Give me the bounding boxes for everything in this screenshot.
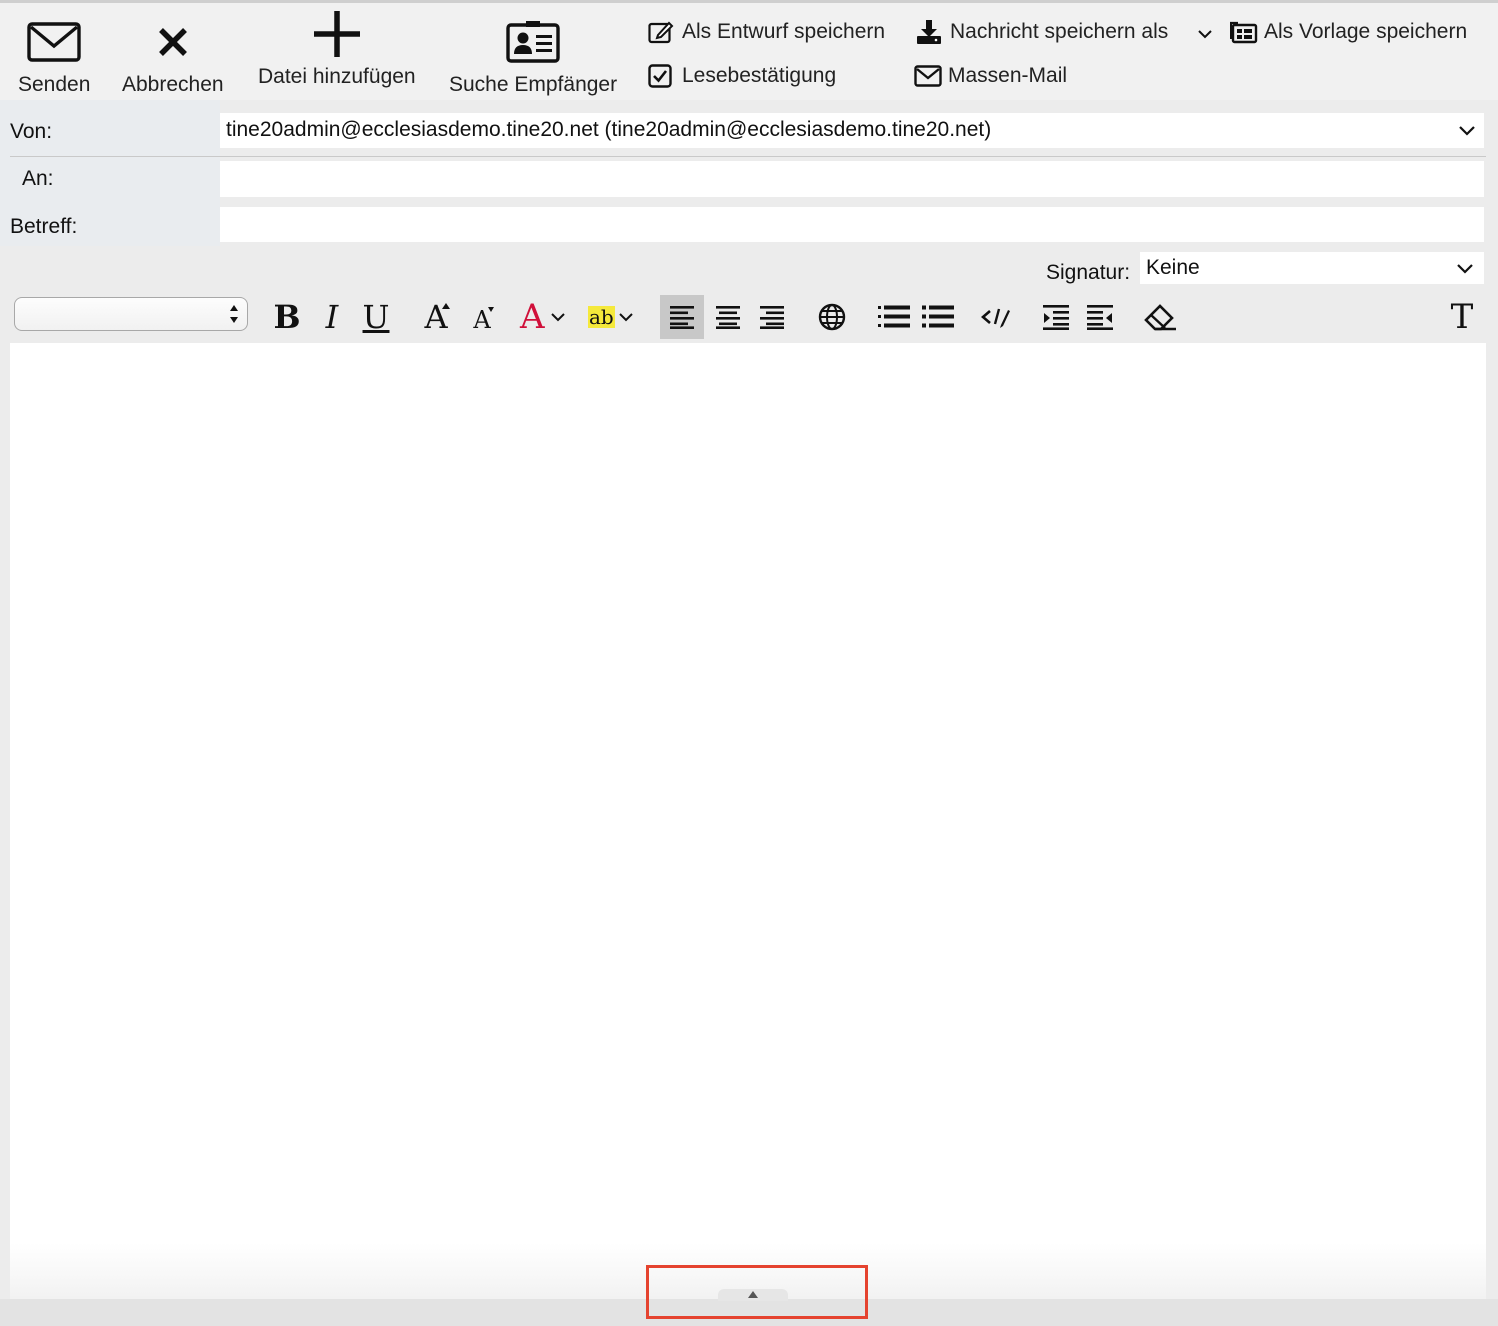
plus-icon — [312, 9, 362, 59]
ordered-list-icon — [878, 305, 910, 328]
code-edit-icon — [981, 308, 1010, 328]
caret-up-icon — [748, 1291, 758, 1298]
font-color-icon: A — [520, 297, 545, 337]
send-button[interactable]: Senden — [18, 17, 90, 97]
align-right-button[interactable] — [750, 295, 794, 339]
insert-link-button[interactable] — [810, 295, 854, 339]
search-recipients-label: Suche Empfänger — [449, 73, 618, 96]
message-body-input[interactable] — [10, 343, 1486, 1243]
checkbox-icon — [648, 63, 676, 89]
save-draft-button[interactable]: Als Entwurf speichern — [648, 19, 885, 45]
save-message-as-menu[interactable] — [1192, 21, 1218, 47]
source-edit-button[interactable] — [974, 295, 1018, 339]
attach-file-label: Datei hinzufügen — [258, 65, 416, 88]
underline-icon: U — [362, 298, 390, 336]
chevron-down-icon — [1456, 257, 1474, 281]
split-resize-handle[interactable] — [718, 1289, 788, 1301]
from-value: tine20admin@ecclesiasdemo.tine20.net (ti… — [226, 118, 992, 141]
read-receipt-toggle[interactable]: Lesebestätigung — [648, 63, 836, 89]
align-center-icon — [716, 306, 740, 329]
subject-input[interactable] — [220, 207, 1484, 242]
chevron-down-icon — [1198, 30, 1212, 39]
save-message-as-label: Nachricht speichern als — [950, 20, 1169, 43]
signature-value: Keine — [1146, 256, 1200, 279]
bold-icon: B — [273, 298, 301, 336]
clear-formatting-button[interactable] — [1138, 295, 1182, 339]
search-recipients-button[interactable]: Suche Empfänger — [449, 17, 617, 97]
close-icon — [158, 17, 188, 67]
highlight-icon: ab — [588, 305, 615, 329]
save-message-as-button[interactable]: Nachricht speichern als — [916, 19, 1168, 45]
chevron-down-icon — [550, 312, 565, 321]
cancel-button[interactable]: Abbrechen — [122, 17, 224, 97]
editor-toolbar: Signatur: Keine B I U A A A ab T — [10, 249, 1486, 343]
text-mode-icon: T — [1450, 297, 1474, 337]
contact-card-icon — [506, 17, 560, 67]
bottom-bar — [0, 1299, 1498, 1326]
template-icon — [1230, 19, 1258, 45]
save-draft-label: Als Entwurf speichern — [682, 20, 886, 43]
read-receipt-label: Lesebestätigung — [682, 64, 837, 87]
globe-icon — [818, 303, 846, 331]
compose-toolbar: Senden Abbrechen Datei hinzufügen Suche … — [0, 3, 1498, 100]
caret-down-icon — [488, 307, 494, 312]
signature-label: Signatur: — [1046, 261, 1131, 284]
bullet-list-button[interactable] — [916, 295, 960, 339]
indent-button[interactable] — [1034, 295, 1078, 339]
from-select[interactable]: tine20admin@ecclesiasdemo.tine20.net (ti… — [220, 113, 1484, 148]
save-template-label: Als Vorlage speichern — [1264, 20, 1468, 43]
italic-icon: I — [325, 298, 339, 336]
indent-icon — [1043, 305, 1069, 330]
from-label: Von: — [10, 120, 53, 143]
to-input[interactable] — [220, 161, 1484, 197]
message-editor: Signatur: Keine B I U A A A ab T — [10, 249, 1486, 1299]
shrink-font-button[interactable]: A — [462, 295, 502, 339]
outdent-icon — [1087, 305, 1113, 330]
bold-button[interactable]: B — [268, 295, 306, 339]
subject-label: Betreff: — [10, 215, 78, 238]
align-right-icon — [760, 306, 784, 329]
save-template-button[interactable]: Als Vorlage speichern — [1230, 19, 1467, 45]
italic-button[interactable]: I — [314, 295, 350, 339]
caret-up-icon — [442, 303, 450, 309]
outdent-button[interactable] — [1078, 295, 1122, 339]
envelope-icon — [27, 17, 81, 67]
chevron-down-icon — [1458, 119, 1476, 143]
highlight-color-button[interactable]: ab — [588, 295, 638, 339]
font-color-button[interactable]: A — [520, 295, 574, 339]
edit-document-icon — [648, 19, 676, 45]
ordered-list-button[interactable] — [872, 295, 916, 339]
bullet-list-icon — [922, 305, 954, 328]
send-label: Senden — [18, 73, 91, 96]
signature-select[interactable]: Keine — [1140, 252, 1484, 284]
up-down-arrows-icon — [229, 303, 239, 330]
eraser-icon — [1144, 304, 1176, 331]
align-left-button[interactable] — [660, 295, 704, 339]
divider — [10, 156, 1486, 157]
plain-text-toggle[interactable]: T — [1442, 295, 1482, 339]
envelope-icon — [914, 63, 942, 89]
align-center-button[interactable] — [706, 295, 750, 339]
mass-mail-label: Massen-Mail — [948, 64, 1068, 87]
download-icon — [916, 19, 944, 45]
underline-button[interactable]: U — [356, 295, 396, 339]
attach-file-button[interactable]: Datei hinzufügen — [258, 9, 416, 89]
compose-window: Senden Abbrechen Datei hinzufügen Suche … — [0, 0, 1498, 1326]
cancel-label: Abbrechen — [122, 73, 224, 96]
to-label: An: — [22, 167, 54, 190]
mass-mail-button[interactable]: Massen-Mail — [914, 63, 1067, 89]
chevron-down-icon — [619, 312, 633, 321]
align-left-icon — [670, 306, 694, 329]
font-family-select[interactable] — [14, 297, 248, 331]
grow-font-button[interactable]: A — [414, 295, 458, 339]
